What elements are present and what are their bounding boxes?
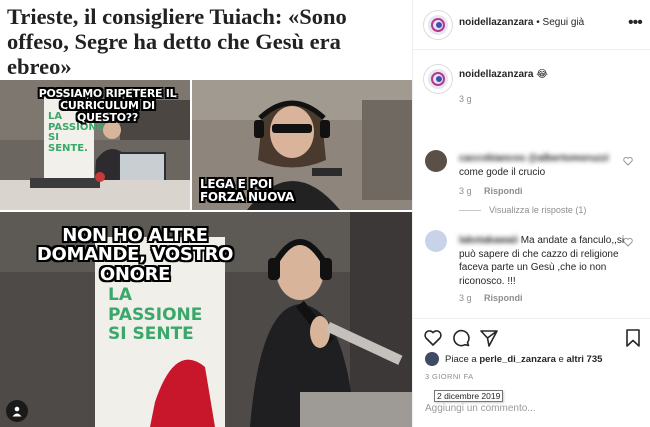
comment-bubble-icon[interactable]	[451, 328, 471, 348]
comment-username[interactable]: lakotakawaii	[459, 235, 518, 246]
meme-caption-curriculum: POSSIAMO RIPETERE IL CURRICULUM DI QUEST…	[38, 87, 177, 124]
likes-user[interactable]: perle_di_zanzara	[479, 354, 556, 365]
comment-like-heart-icon[interactable]	[623, 237, 633, 247]
comment-timestamp[interactable]: 3 g	[459, 186, 472, 196]
add-comment-input[interactable]: Aggiungi un commento...	[425, 403, 536, 414]
meme-caption-lega: LEGA E POI FORZA NUOVA	[200, 177, 294, 204]
banner-slogan-large: LA PASSIONE SI SENTE	[108, 285, 203, 345]
reply-button[interactable]: Rispondi	[484, 186, 523, 196]
liker-avatar	[425, 352, 439, 366]
comment-1: caccobiancos @albertomoruzzi come gode i…	[459, 152, 634, 180]
caption: noidellazanzara 😂	[459, 69, 548, 80]
view-replies-label: Visualizza le risposte (1)	[489, 205, 587, 215]
post-sidebar: noidellazanzara • Segui già ••• noidella…	[412, 0, 650, 427]
comment-text: come gode il crucio	[459, 167, 546, 178]
caption-text: 😂	[536, 69, 548, 80]
share-send-icon[interactable]	[479, 328, 499, 348]
comment-username[interactable]: caccobiancos @albertomoruzzi	[459, 152, 634, 166]
author-avatar[interactable]	[424, 11, 452, 39]
post-age[interactable]: 3 GIORNI FA	[425, 372, 474, 381]
likes-and: e	[558, 353, 564, 365]
comment-avatar[interactable]	[425, 230, 447, 252]
divider-line	[459, 210, 481, 212]
separator-dot: •	[536, 17, 540, 28]
news-headline: Trieste, il consigliere Tuiach: «Sono of…	[7, 4, 347, 79]
comment-meta: 3 g Rispondi	[459, 186, 523, 196]
comment-2: lakotakawaii Ma andate a fanculo,,si può…	[459, 234, 634, 288]
caption-username[interactable]: noidellazanzara	[459, 69, 533, 80]
post-header: noidellazanzara • Segui già •••	[413, 0, 650, 50]
post-actions: Piace a perle_di_zanzara e altri 735 3 G…	[413, 318, 650, 426]
author-username[interactable]: noidellazanzara	[459, 17, 533, 28]
post-image[interactable]: Trieste, il consigliere Tuiach: «Sono of…	[0, 0, 412, 427]
following-button[interactable]: Segui già	[543, 17, 585, 28]
comment-timestamp[interactable]: 3 g	[459, 293, 472, 303]
date-tooltip: 2 dicembre 2019	[434, 390, 504, 402]
person-icon	[12, 406, 22, 417]
caption-avatar[interactable]	[424, 65, 452, 93]
save-bookmark-icon[interactable]	[623, 328, 643, 348]
likes-others[interactable]: altri 735	[566, 354, 602, 365]
likes-prefix: Piace a	[445, 353, 477, 365]
comment-avatar[interactable]	[425, 150, 447, 172]
like-heart-icon[interactable]	[423, 328, 443, 348]
more-options-icon[interactable]: •••	[628, 14, 643, 32]
comment-meta: 3 g Rispondi	[459, 293, 523, 303]
likes-summary[interactable]: Piace a perle_di_zanzara e altri 735	[425, 352, 602, 366]
meme-caption-no-more-questions: NON HO ALTRE DOMANDE, VOSTRO ONORE	[36, 225, 234, 285]
tagged-people-button[interactable]	[6, 400, 28, 422]
caption-timestamp[interactable]: 3 g	[459, 94, 472, 104]
comment-like-heart-icon[interactable]	[623, 156, 633, 166]
view-replies-button[interactable]: Visualizza le risposte (1)	[459, 205, 586, 215]
reply-button[interactable]: Rispondi	[484, 293, 523, 303]
